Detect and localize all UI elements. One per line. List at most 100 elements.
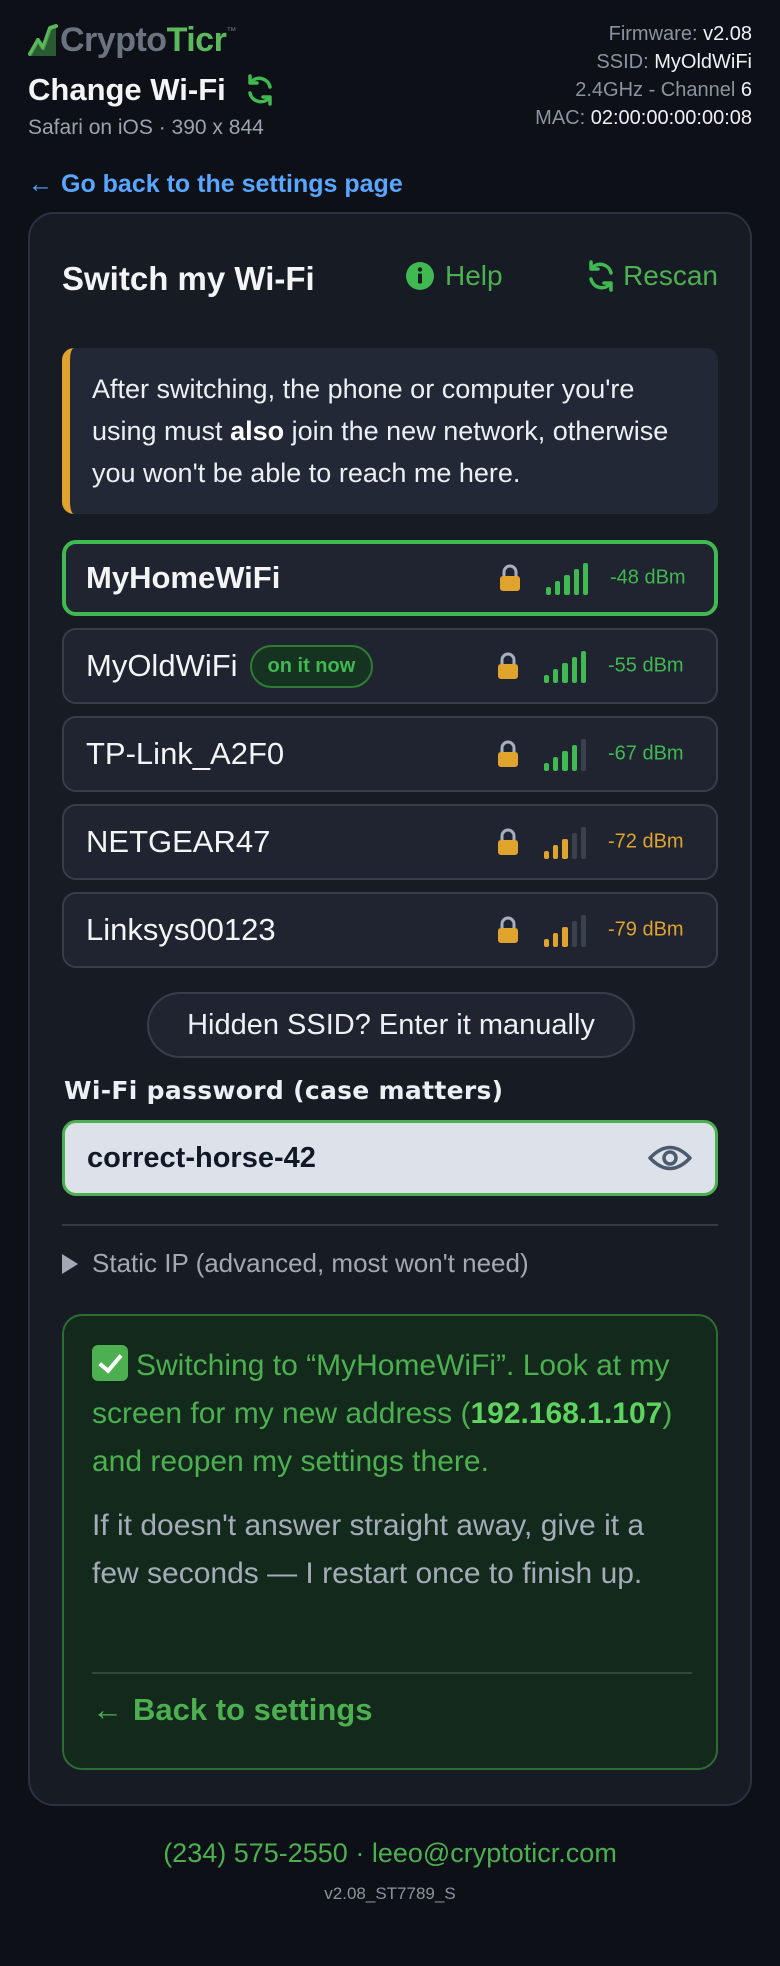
switch-wifi-card: Switch my Wi-Fi Help Rescan After switch…: [28, 212, 752, 1806]
disclosure-triangle-icon: [62, 1253, 78, 1274]
signal-bar: [562, 839, 568, 859]
back-to-settings-link[interactable]: ← Go back to the settings page: [28, 170, 403, 199]
signal-bar: [571, 657, 577, 683]
signal-bar: [553, 757, 559, 771]
static-ip-toggle[interactable]: Static IP (advanced, most won't need): [62, 1248, 529, 1279]
network-name: TP-Link_A2F0: [86, 736, 285, 771]
lock-icon: [498, 828, 518, 855]
signal-bar: [571, 833, 577, 859]
signal-bar: [580, 651, 587, 683]
signal-bar: [544, 851, 550, 859]
signal-bar: [553, 845, 559, 859]
footer-contact[interactable]: (234) 575-2550 · leeo@cryptoticr.com: [0, 1838, 780, 1869]
network-name: MyOldWiFi: [86, 648, 238, 683]
refresh-icon[interactable]: [244, 74, 276, 106]
lock-icon: [498, 652, 518, 679]
signal-strength-icon: [546, 561, 592, 595]
section-divider: [62, 1224, 718, 1226]
logo-graph-icon: [28, 24, 58, 56]
eye-icon[interactable]: [647, 1141, 693, 1175]
mac-label: MAC:: [535, 107, 586, 129]
network-item[interactable]: MyOldWiFi on it now -55 dBm: [62, 628, 718, 704]
signal-bar: [546, 587, 552, 595]
signal-rssi: -67 dBm: [608, 742, 684, 765]
signal-bar: [580, 915, 587, 947]
back-to-settings-label: Back to settings: [133, 1692, 373, 1727]
lock-icon: [498, 916, 518, 943]
brand-tm: ™: [226, 26, 237, 37]
rescan-label: Rescan: [623, 260, 718, 291]
signal-bar: [571, 745, 577, 771]
static-ip-label: Static IP (advanced, most won't need): [92, 1248, 529, 1278]
check-mark-icon: [92, 1345, 128, 1381]
card-title: Switch my Wi-Fi: [62, 260, 315, 297]
device-info: Firmware: v2.08 SSID: MyOldWiFi 2.4GHz -…: [535, 20, 752, 132]
signal-bar: [564, 575, 570, 595]
signal-rssi: -48 dBm: [610, 566, 686, 589]
network-item[interactable]: Linksys00123 -79 dBm: [62, 892, 718, 968]
signal-strength-icon: [544, 737, 590, 771]
signal-bar: [544, 763, 550, 771]
signal-bar: [580, 739, 587, 771]
footer-version: v2.08_ST7789_S: [324, 1884, 456, 1903]
lock-icon: [500, 564, 520, 591]
network-item[interactable]: TP-Link_A2F0 -67 dBm: [62, 716, 718, 792]
mac-value: 02:00:00:00:00:08: [590, 107, 752, 129]
signal-rssi: -79 dBm: [608, 918, 684, 941]
current-network-badge: on it now: [249, 644, 374, 688]
signal-strength-icon: [544, 649, 590, 683]
firmware-label: Firmware:: [608, 23, 698, 45]
rejoin-warning-note: After switching, the phone or computer y…: [62, 348, 718, 514]
signal-bar: [553, 669, 559, 683]
ssid-value: MyOldWiFi: [654, 51, 752, 73]
success-message: Switching to “MyHomeWiFi”. Look at my sc…: [92, 1342, 688, 1486]
note-text-bold: also: [230, 416, 285, 446]
switch-success-panel: Switching to “MyHomeWiFi”. Look at my sc…: [62, 1314, 718, 1770]
signal-bar: [571, 921, 577, 947]
help-label: Help: [445, 260, 503, 291]
password-field[interactable]: correct-horse-42: [62, 1120, 718, 1196]
network-name: Linksys00123: [86, 912, 276, 947]
network-item[interactable]: NETGEAR47 -72 dBm: [62, 804, 718, 880]
network-name: NETGEAR47: [86, 824, 271, 859]
success-subtext: If it doesn't answer straight away, give…: [92, 1509, 645, 1590]
brand-name-part2: Ticr: [166, 20, 227, 59]
password-value[interactable]: correct-horse-42: [87, 1142, 316, 1175]
signal-strength-icon: [544, 913, 590, 947]
signal-rssi: -72 dBm: [608, 830, 684, 853]
signal-bar: [573, 569, 579, 595]
back-to-settings-button[interactable]: ← Back to settings: [92, 1692, 372, 1728]
firmware-value: v2.08: [703, 23, 752, 45]
rescan-button[interactable]: Rescan: [585, 260, 718, 292]
success-divider: [92, 1672, 692, 1674]
signal-bar: [544, 675, 550, 683]
signal-bar: [580, 827, 587, 859]
signal-bar: [555, 581, 561, 595]
signal-bar: [582, 563, 589, 595]
hidden-ssid-button[interactable]: Hidden SSID? Enter it manually: [147, 992, 635, 1058]
signal-bar: [562, 663, 568, 683]
lock-icon: [498, 740, 518, 767]
band-value: 6: [740, 79, 752, 101]
signal-bar: [562, 751, 568, 771]
page-title: Change Wi-Fi: [28, 72, 226, 107]
network-item[interactable]: MyHomeWiFi -48 dBm: [62, 540, 718, 616]
back-link-label: Go back to the settings page: [61, 170, 403, 198]
signal-bar: [553, 933, 559, 947]
new-ip-address: 192.168.1.107: [470, 1397, 663, 1430]
signal-rssi: -55 dBm: [608, 654, 684, 677]
band-label: 2.4GHz - Channel: [575, 79, 736, 101]
back-arrow-icon: ←: [28, 170, 53, 198]
signal-strength-icon: [544, 825, 590, 859]
ssid-label: SSID:: [596, 51, 649, 73]
card-header: Switch my Wi-Fi Help Rescan: [62, 254, 718, 306]
network-list: MyHomeWiFi -48 dBm MyOldWiFi on it now -55 d…: [62, 540, 718, 980]
password-label: Wi-Fi password (case matters): [64, 1076, 504, 1105]
info-icon: [406, 262, 434, 290]
help-button[interactable]: Help: [405, 260, 503, 292]
brand-name-part1: Crypto: [60, 20, 167, 59]
network-name: MyHomeWiFi: [86, 560, 281, 595]
signal-bar: [562, 927, 568, 947]
signal-bar: [544, 939, 550, 947]
refresh-icon: [589, 260, 613, 292]
